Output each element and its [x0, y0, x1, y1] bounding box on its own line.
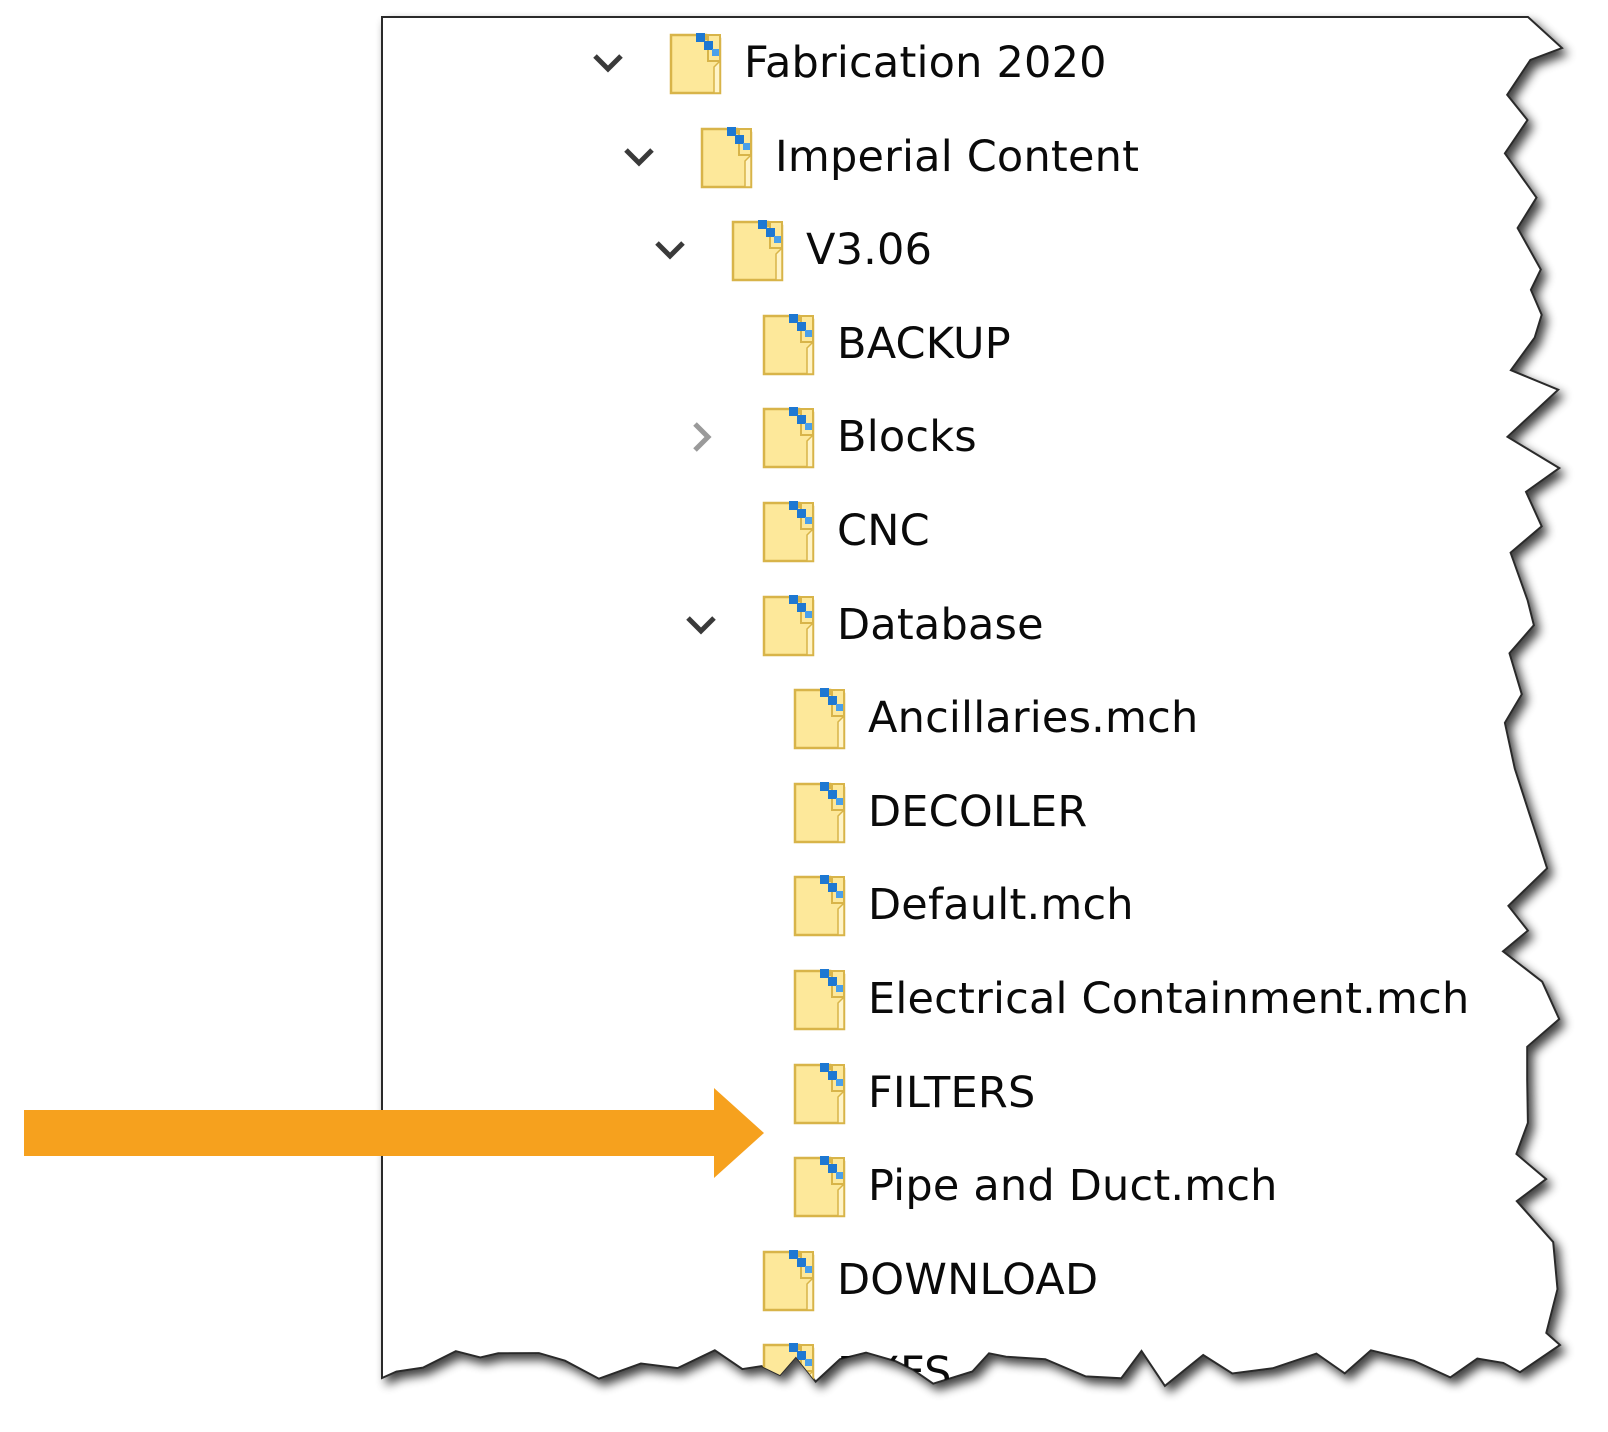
- tree-item-label: Database: [837, 599, 1044, 650]
- tree-item-label: Blocks: [837, 412, 977, 463]
- shared-folder-icon: [792, 780, 850, 844]
- tree-item[interactable]: Fabrication 2020: [590, 17, 1107, 111]
- chevron-right-icon[interactable]: [683, 419, 719, 455]
- tree-item-label: BACKUP: [837, 318, 1011, 369]
- tree-item[interactable]: Pipe and Duct.mch: [714, 1138, 1278, 1234]
- tree-item-label: Fabrication 2020: [744, 38, 1107, 88]
- tree-item-label: FILTERS: [868, 1067, 1036, 1118]
- shared-folder-icon: [699, 125, 757, 189]
- shared-folder-icon: [761, 1248, 819, 1312]
- chevron-down-icon[interactable]: [590, 45, 626, 81]
- tree-item-label: V3.06: [806, 225, 933, 276]
- tree-item[interactable]: V3.06: [652, 202, 932, 298]
- shared-folder-icon: [792, 873, 850, 937]
- tree-item[interactable]: Database: [683, 577, 1044, 673]
- tree-item[interactable]: BACKUP: [683, 296, 1011, 392]
- tree-item-label: Imperial Content: [775, 131, 1140, 182]
- tree-item[interactable]: Blocks: [683, 389, 977, 485]
- tree-item-label: Pipe and Duct.mch: [868, 1161, 1278, 1212]
- shared-folder-icon: [792, 1061, 850, 1125]
- tree-item-label: DOWNLOAD: [837, 1254, 1099, 1305]
- tree-item-label: Ancillaries.mch: [868, 693, 1199, 744]
- tree-item-label: Electrical Containment.mch: [868, 974, 1470, 1024]
- shared-folder-icon: [761, 312, 819, 376]
- tree-item[interactable]: Electrical Containment.mch: [714, 951, 1469, 1047]
- tree-item-label: CNC: [837, 506, 930, 556]
- tree-item[interactable]: Imperial Content: [621, 109, 1139, 205]
- shared-folder-icon: [668, 31, 726, 95]
- shared-folder-icon: [761, 593, 819, 657]
- shared-folder-icon: [730, 218, 788, 282]
- chevron-down-icon[interactable]: [621, 139, 657, 175]
- tree-item[interactable]: CNC: [683, 483, 930, 579]
- shared-folder-icon: [792, 1154, 850, 1218]
- tree-item[interactable]: DECOILER: [714, 764, 1087, 860]
- tree-item[interactable]: Ancillaries.mch: [714, 670, 1198, 766]
- chevron-down-icon[interactable]: [652, 232, 688, 268]
- shared-folder-icon: [792, 967, 850, 1031]
- tree-item[interactable]: DOWNLOAD: [683, 1232, 1098, 1328]
- tree-item-label: DECOILER: [868, 786, 1088, 837]
- tree-item-label: Default.mch: [868, 880, 1134, 931]
- orange-arrow-icon: [24, 1088, 764, 1178]
- shared-folder-icon: [792, 686, 850, 750]
- chevron-down-icon[interactable]: [683, 607, 719, 643]
- shared-folder-icon: [761, 499, 819, 563]
- tree-item[interactable]: Default.mch: [714, 857, 1134, 953]
- shared-folder-icon: [761, 405, 819, 469]
